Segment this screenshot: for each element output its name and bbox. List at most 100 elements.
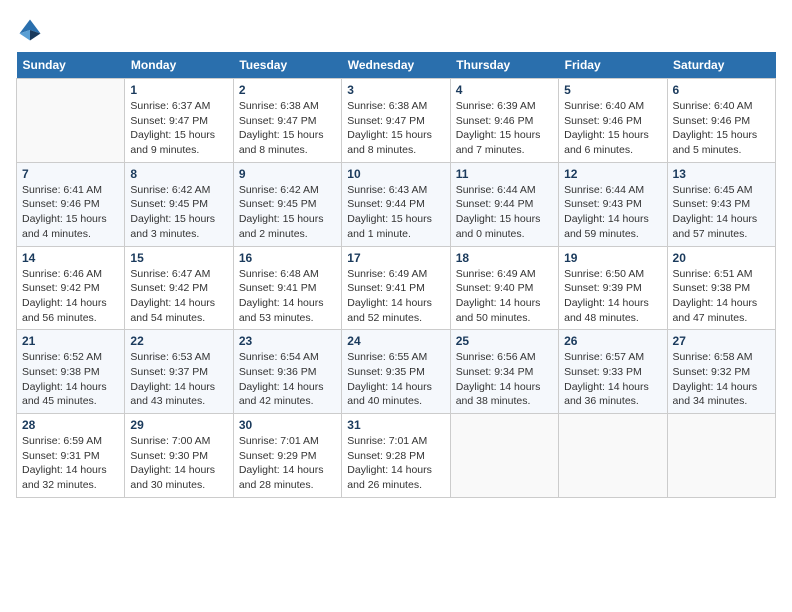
day-info: Sunrise: 6:40 AMSunset: 9:46 PMDaylight:… [564,99,661,158]
day-info: Sunrise: 6:56 AMSunset: 9:34 PMDaylight:… [456,350,553,409]
day-info: Sunrise: 6:42 AMSunset: 9:45 PMDaylight:… [130,183,227,242]
day-info: Sunrise: 6:57 AMSunset: 9:33 PMDaylight:… [564,350,661,409]
day-number: 13 [673,167,770,181]
day-number: 26 [564,334,661,348]
calendar-cell [17,79,125,163]
calendar-cell: 13 Sunrise: 6:45 AMSunset: 9:43 PMDayligh… [667,162,775,246]
calendar-week-row: 1 Sunrise: 6:37 AMSunset: 9:47 PMDaylight… [17,79,776,163]
weekday-header: Monday [125,52,233,79]
calendar-cell: 18 Sunrise: 6:49 AMSunset: 9:40 PMDayligh… [450,246,558,330]
calendar-cell: 17 Sunrise: 6:49 AMSunset: 9:41 PMDayligh… [342,246,450,330]
calendar-cell: 21 Sunrise: 6:52 AMSunset: 9:38 PMDayligh… [17,330,125,414]
day-number: 21 [22,334,119,348]
day-info: Sunrise: 6:58 AMSunset: 9:32 PMDaylight:… [673,350,770,409]
calendar-cell: 12 Sunrise: 6:44 AMSunset: 9:43 PMDayligh… [559,162,667,246]
logo-icon [16,16,44,44]
calendar-cell: 29 Sunrise: 7:00 AMSunset: 9:30 PMDayligh… [125,414,233,498]
day-info: Sunrise: 6:43 AMSunset: 9:44 PMDaylight:… [347,183,444,242]
calendar-cell: 24Sunrise: 6:55 AMSunset: 9:35 PMDayligh… [342,330,450,414]
day-info: Sunrise: 6:48 AMSunset: 9:41 PMDaylight:… [239,267,336,326]
calendar-cell: 28 Sunrise: 6:59 AMSunset: 9:31 PMDayligh… [17,414,125,498]
calendar-cell: 9Sunrise: 6:42 AMSunset: 9:45 PMDaylight… [233,162,341,246]
day-info: Sunrise: 6:44 AMSunset: 9:43 PMDaylight:… [564,183,661,242]
calendar-cell: 25 Sunrise: 6:56 AMSunset: 9:34 PMDayligh… [450,330,558,414]
day-number: 2 [239,83,336,97]
day-info: Sunrise: 7:01 AMSunset: 9:29 PMDaylight:… [239,434,336,493]
weekday-header: Wednesday [342,52,450,79]
day-info: Sunrise: 7:01 AMSunset: 9:28 PMDaylight:… [347,434,444,493]
day-info: Sunrise: 6:38 AMSunset: 9:47 PMDaylight:… [347,99,444,158]
calendar-cell: 30 Sunrise: 7:01 AMSunset: 9:29 PMDayligh… [233,414,341,498]
calendar-cell: 2 Sunrise: 6:38 AMSunset: 9:47 PMDaylight… [233,79,341,163]
calendar-cell: 22 Sunrise: 6:53 AMSunset: 9:37 PMDayligh… [125,330,233,414]
day-number: 3 [347,83,444,97]
calendar-cell: 11Sunrise: 6:44 AMSunset: 9:44 PMDayligh… [450,162,558,246]
calendar-cell: 26 Sunrise: 6:57 AMSunset: 9:33 PMDayligh… [559,330,667,414]
day-info: Sunrise: 6:49 AMSunset: 9:40 PMDaylight:… [456,267,553,326]
weekday-header: Tuesday [233,52,341,79]
weekday-header: Saturday [667,52,775,79]
weekday-header: Thursday [450,52,558,79]
day-number: 27 [673,334,770,348]
calendar-cell: 31 Sunrise: 7:01 AMSunset: 9:28 PMDayligh… [342,414,450,498]
day-number: 28 [22,418,119,432]
day-number: 7 [22,167,119,181]
calendar-cell: 4Sunrise: 6:39 AMSunset: 9:46 PMDaylight… [450,79,558,163]
calendar-cell: 5Sunrise: 6:40 AMSunset: 9:46 PMDaylight… [559,79,667,163]
calendar-week-row: 14Sunrise: 6:46 AMSunset: 9:42 PMDayligh… [17,246,776,330]
day-number: 10 [347,167,444,181]
day-number: 31 [347,418,444,432]
calendar-cell: 8 Sunrise: 6:42 AMSunset: 9:45 PMDaylight… [125,162,233,246]
logo [16,16,48,44]
day-number: 12 [564,167,661,181]
day-info: Sunrise: 7:00 AMSunset: 9:30 PMDaylight:… [130,434,227,493]
day-number: 25 [456,334,553,348]
day-number: 17 [347,251,444,265]
day-number: 22 [130,334,227,348]
day-info: Sunrise: 6:54 AMSunset: 9:36 PMDaylight:… [239,350,336,409]
day-info: Sunrise: 6:59 AMSunset: 9:31 PMDaylight:… [22,434,119,493]
day-info: Sunrise: 6:55 AMSunset: 9:35 PMDaylight:… [347,350,444,409]
weekday-header: Friday [559,52,667,79]
day-number: 14 [22,251,119,265]
calendar-cell: 1 Sunrise: 6:37 AMSunset: 9:47 PMDaylight… [125,79,233,163]
page-header [16,16,776,44]
calendar-cell: 6 Sunrise: 6:40 AMSunset: 9:46 PMDaylight… [667,79,775,163]
day-info: Sunrise: 6:49 AMSunset: 9:41 PMDaylight:… [347,267,444,326]
day-info: Sunrise: 6:50 AMSunset: 9:39 PMDaylight:… [564,267,661,326]
day-number: 20 [673,251,770,265]
day-info: Sunrise: 6:40 AMSunset: 9:46 PMDaylight:… [673,99,770,158]
calendar-cell [450,414,558,498]
calendar-table: SundayMondayTuesdayWednesdayThursdayFrid… [16,52,776,498]
day-info: Sunrise: 6:44 AMSunset: 9:44 PMDaylight:… [456,183,553,242]
day-info: Sunrise: 6:38 AMSunset: 9:47 PMDaylight:… [239,99,336,158]
weekday-header: Sunday [17,52,125,79]
calendar-cell [667,414,775,498]
calendar-cell: 16 Sunrise: 6:48 AMSunset: 9:41 PMDayligh… [233,246,341,330]
day-info: Sunrise: 6:52 AMSunset: 9:38 PMDaylight:… [22,350,119,409]
day-info: Sunrise: 6:42 AMSunset: 9:45 PMDaylight:… [239,183,336,242]
calendar-week-row: 21 Sunrise: 6:52 AMSunset: 9:38 PMDayligh… [17,330,776,414]
day-number: 23 [239,334,336,348]
day-number: 29 [130,418,227,432]
day-number: 16 [239,251,336,265]
day-number: 30 [239,418,336,432]
calendar-cell: 20 Sunrise: 6:51 AMSunset: 9:38 PMDayligh… [667,246,775,330]
day-info: Sunrise: 6:37 AMSunset: 9:47 PMDaylight:… [130,99,227,158]
day-info: Sunrise: 6:53 AMSunset: 9:37 PMDaylight:… [130,350,227,409]
day-number: 15 [130,251,227,265]
day-info: Sunrise: 6:45 AMSunset: 9:43 PMDaylight:… [673,183,770,242]
weekday-header-row: SundayMondayTuesdayWednesdayThursdayFrid… [17,52,776,79]
day-number: 19 [564,251,661,265]
day-info: Sunrise: 6:51 AMSunset: 9:38 PMDaylight:… [673,267,770,326]
day-number: 18 [456,251,553,265]
calendar-cell: 3 Sunrise: 6:38 AMSunset: 9:47 PMDaylight… [342,79,450,163]
day-info: Sunrise: 6:39 AMSunset: 9:46 PMDaylight:… [456,99,553,158]
day-number: 8 [130,167,227,181]
calendar-cell: 23 Sunrise: 6:54 AMSunset: 9:36 PMDayligh… [233,330,341,414]
calendar-cell: 7Sunrise: 6:41 AMSunset: 9:46 PMDaylight… [17,162,125,246]
day-number: 6 [673,83,770,97]
calendar-cell: 10 Sunrise: 6:43 AMSunset: 9:44 PMDayligh… [342,162,450,246]
day-number: 1 [130,83,227,97]
calendar-cell: 14Sunrise: 6:46 AMSunset: 9:42 PMDayligh… [17,246,125,330]
